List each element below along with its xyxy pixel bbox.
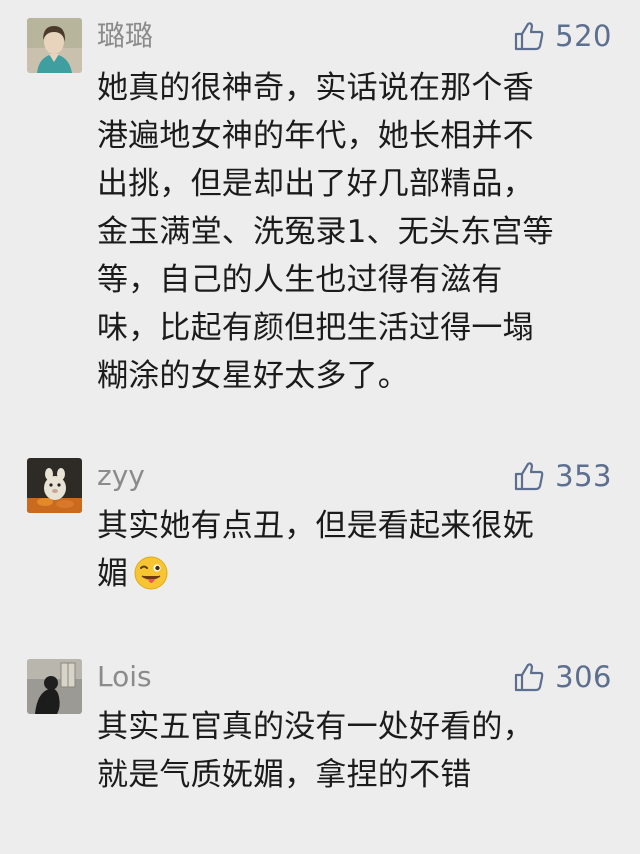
comment-list: 璐璐 520 她真的很神奇，实话说在那个香 港遍地女神的年代，她长相并不 出挑，… xyxy=(0,0,640,854)
avatar[interactable] xyxy=(27,458,82,513)
comment-line: 她真的很神奇，实话说在那个香 xyxy=(97,70,534,106)
comment-line: 金玉满堂、洗冤录1、无头东宫等 xyxy=(97,214,554,250)
like-count: 353 xyxy=(555,459,612,493)
avatar[interactable] xyxy=(27,659,82,714)
comment-line: 味，比起有颜但把生活过得一塌 xyxy=(97,310,534,346)
comment-line: 媚 xyxy=(97,550,617,598)
like-button[interactable]: 353 xyxy=(513,456,612,496)
comment-line: 糊涂的女星好太多了。 xyxy=(97,358,409,394)
comment-line: 港遍地女神的年代，她长相并不 xyxy=(97,118,534,154)
comment-text: 其实五官真的没有一处好看的， 就是气质妩媚，拿捏的不错 xyxy=(97,703,617,799)
comment-text: 其实她有点丑，但是看起来很妩 媚 xyxy=(97,502,617,598)
like-count: 306 xyxy=(555,660,612,694)
comment-line: 其实她有点丑，但是看起来很妩 xyxy=(97,508,534,544)
thumbs-up-icon xyxy=(515,663,544,692)
comment-line: 就是气质妩媚，拿捏的不错 xyxy=(97,757,472,793)
comment-line: 出挑，但是却出了好几部精品， xyxy=(97,166,534,202)
comment-line: 等，自己的人生也过得有滋有 xyxy=(97,262,503,298)
comment-line-text: 媚 xyxy=(97,556,129,592)
like-button[interactable]: 306 xyxy=(513,657,612,697)
username[interactable]: 璐璐 xyxy=(97,18,153,54)
winking-tongue-emoji-icon xyxy=(134,556,168,590)
thumbs-up-icon xyxy=(515,462,544,491)
avatar[interactable] xyxy=(27,18,82,73)
username[interactable]: zyy xyxy=(97,458,145,494)
username[interactable]: Lois xyxy=(97,659,152,695)
like-count: 520 xyxy=(555,19,612,53)
comment-text: 她真的很神奇，实话说在那个香 港遍地女神的年代，她长相并不 出挑，但是却出了好几… xyxy=(97,64,617,400)
like-button[interactable]: 520 xyxy=(513,16,612,56)
comment-line: 其实五官真的没有一处好看的， xyxy=(97,709,534,745)
thumbs-up-icon xyxy=(515,22,544,51)
